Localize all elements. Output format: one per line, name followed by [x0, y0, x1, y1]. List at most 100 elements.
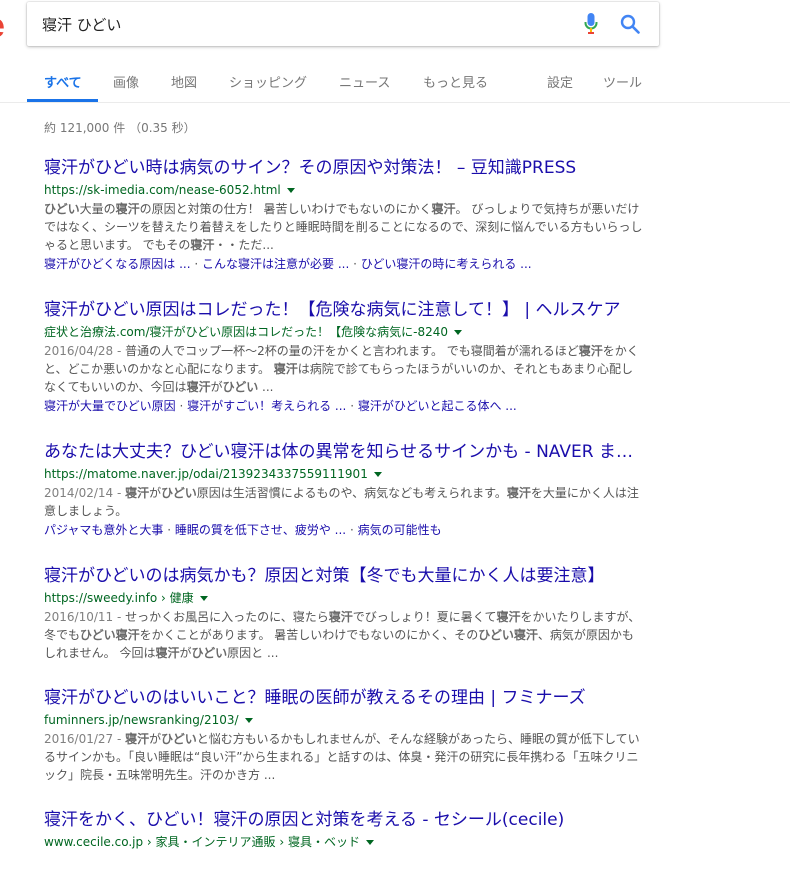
tab-tools[interactable]: ツール	[603, 72, 642, 91]
sitelink-separator: ·	[163, 523, 175, 537]
header-divider	[0, 102, 790, 103]
snippet-text: 普通の人でコップ一杯〜2杯の量の汗をかくと言われます。 でも寝間着が濡れるほど	[125, 344, 579, 358]
search-result: 寝汗をかく、ひどい！寝汗の原因と対策を考える - セシール(cecile) www…	[44, 808, 644, 852]
sitelink[interactable]: こんな寝汗は注意が必要 ...	[202, 257, 349, 271]
result-title-link[interactable]: 寝汗がひどい原因はコレだった！【危険な病気に注意して！】 | ヘルスケア	[44, 298, 644, 322]
snippet-text: をかくことがあります。 暑苦しいわけでもないのにかく、その	[139, 628, 479, 642]
url-dropdown-arrow-icon[interactable]	[199, 596, 208, 601]
result-title-link[interactable]: あなたは大丈夫？ひどい寝汗は体の異常を知らせるサインかも - NAVER まとめ	[44, 440, 644, 464]
result-url: https://sweedy.info › 健康	[44, 588, 644, 608]
result-date: 2016/01/27 -	[44, 732, 126, 746]
url-dropdown-arrow-icon[interactable]	[286, 188, 295, 193]
google-logo-fragment[interactable]: e	[0, 6, 12, 46]
search-result: 寝汗がひどいのはいいこと？睡眠の医師が教えるその理由 | フミナーズ fuminn…	[44, 686, 644, 784]
result-url-text: www.cecile.co.jp › 家具・インテリア通販 › 寝具・ベッド	[44, 835, 360, 849]
search-box	[27, 2, 659, 46]
snippet-highlight: ひどい	[161, 486, 197, 500]
tab-shopping[interactable]: ショッピング	[229, 72, 307, 91]
result-title-link[interactable]: 寝汗がひどいのは病気かも？原因と対策【冬でも大量にかく人は要注意】	[44, 564, 644, 588]
sitelink[interactable]: ひどい寝汗の時に考えられる ...	[361, 257, 532, 271]
sitelink[interactable]: 寝汗がひどいと起こる体へ ...	[358, 399, 517, 413]
result-url-text: https://sweedy.info › 健康	[44, 591, 194, 605]
snippet-highlight: ひどい寝汗	[478, 628, 538, 642]
result-title-link[interactable]: 寝汗がひどい時は病気のサイン？その原因や対策法！ – 豆知識PRESS	[44, 156, 644, 180]
sitelink[interactable]: 病気の可能性も	[358, 523, 442, 537]
search-result: 寝汗がひどい原因はコレだった！【危険な病気に注意して！】 | ヘルスケア症状と治…	[44, 298, 644, 416]
snippet-highlight: 寝汗	[115, 202, 140, 216]
sitelink-separator: ·	[346, 523, 358, 537]
result-date: 2016/04/28 -	[44, 344, 126, 358]
result-snippet: 2016/10/11 - せっかくお風呂に入ったのに、寝たら寝汗でびっしょり！夏…	[44, 608, 644, 662]
snippet-highlight: 寝汗	[125, 732, 150, 746]
sitelink-separator: ·	[175, 399, 188, 413]
sitelink-separator: ·	[349, 257, 361, 271]
snippet-text: の原因と対策の仕方！ 暑苦しいわけでもないのにかく	[139, 202, 432, 216]
search-result: 寝汗がひどい時は病気のサイン？その原因や対策法！ – 豆知識PRESS https…	[44, 156, 644, 274]
snippet-text: が	[179, 646, 192, 660]
tab-maps[interactable]: 地図	[171, 72, 197, 91]
snippet-highlight: 寝汗	[506, 486, 531, 500]
tab-settings[interactable]: 設定	[547, 72, 573, 91]
sitelink[interactable]: 睡眠の質を低下させ、疲労や ...	[175, 523, 346, 537]
result-date: 2016/10/11 -	[44, 610, 126, 624]
microphone-icon[interactable]	[584, 13, 598, 35]
snippet-text: が	[149, 486, 162, 500]
result-url-text: fuminners.jp/newsranking/2103/	[44, 713, 239, 727]
snippet-text: が	[210, 380, 223, 394]
snippet-text: でびっしょり！夏に暑くて	[352, 610, 497, 624]
sitelink[interactable]: パジャマも意外と大事	[44, 523, 163, 537]
result-url: https://matome.naver.jp/odai/21392343375…	[44, 464, 644, 484]
snippet-highlight: 寝汗	[578, 344, 603, 358]
search-icon[interactable]	[620, 14, 640, 34]
result-date: 2014/02/14 -	[44, 486, 126, 500]
snippet-highlight: 寝汗	[431, 202, 456, 216]
result-title-link[interactable]: 寝汗をかく、ひどい！寝汗の原因と対策を考える - セシール(cecile)	[44, 808, 644, 832]
snippet-text: ...	[258, 380, 274, 394]
logo-letter-e: e	[0, 6, 5, 46]
search-input[interactable]	[42, 2, 572, 46]
search-result: あなたは大丈夫？ひどい寝汗は体の異常を知らせるサインかも - NAVER まとめ…	[44, 440, 644, 540]
result-snippet: ひどい大量の寝汗の原因と対策の仕方！ 暑苦しいわけでもないのにかく寝汗。 びっし…	[44, 200, 644, 254]
sitelink[interactable]: 寝汗が大量でひどい原因	[44, 399, 176, 413]
sitelink-separator: ·	[190, 257, 202, 271]
result-sitelinks: 寝汗が大量でひどい原因 · 寝汗がすごい！考えられる ... · 寝汗がひどいと…	[44, 396, 644, 416]
result-url-text: 症状と治療法.com/寝汗がひどい原因はコレだった！【危険な病気に-8240	[44, 325, 448, 339]
tab-images[interactable]: 画像	[113, 72, 139, 91]
search-tabs: すべて 画像 地図 ショッピング ニュース もっと見る 設定 ツール	[27, 60, 667, 104]
result-sitelinks: 寝汗がひどくなる原因は ... · こんな寝汗は注意が必要 ... · ひどい寝…	[44, 254, 644, 274]
result-url-text: https://sk-imedia.com/nease-6052.html	[44, 183, 281, 197]
search-result: 寝汗がひどいのは病気かも？原因と対策【冬でも大量にかく人は要注意】 https:/…	[44, 564, 644, 662]
result-url: fuminners.jp/newsranking/2103/	[44, 710, 644, 730]
snippet-highlight: ひどい	[44, 202, 80, 216]
snippet-text: 原因と ...	[227, 646, 279, 660]
result-snippet: 2016/01/27 - 寝汗がひどいと悩む方もいるかもしれませんが、そんな経験…	[44, 730, 644, 784]
snippet-highlight: ひどい	[222, 380, 259, 394]
tab-more[interactable]: もっと見る	[423, 72, 488, 91]
result-url: 症状と治療法.com/寝汗がひどい原因はコレだった！【危険な病気に-8240	[44, 322, 644, 342]
snippet-text: 原因は生活習慣によるものや、病気なども考えられます。	[196, 486, 507, 500]
snippet-text: ・・ただ...	[214, 238, 274, 252]
snippet-text: 大量の	[79, 202, 116, 216]
snippet-text: が	[149, 732, 162, 746]
snippet-highlight: 寝汗	[190, 238, 215, 252]
result-url: https://sk-imedia.com/nease-6052.html	[44, 180, 644, 200]
result-title-link[interactable]: 寝汗がひどいのはいいこと？睡眠の医師が教えるその理由 | フミナーズ	[44, 686, 644, 710]
results-list: 寝汗がひどい時は病気のサイン？その原因や対策法！ – 豆知識PRESS https…	[44, 156, 644, 876]
url-dropdown-arrow-icon[interactable]	[373, 472, 382, 477]
result-snippet: 2016/04/28 - 普通の人でコップ一杯〜2杯の量の汗をかくと言われます。…	[44, 342, 644, 396]
url-dropdown-arrow-icon[interactable]	[454, 330, 462, 335]
result-url-text: https://matome.naver.jp/odai/21392343375…	[44, 467, 368, 481]
snippet-highlight: 寝汗	[125, 486, 150, 500]
sitelink[interactable]: 寝汗がすごい！考えられる ...	[187, 399, 346, 413]
result-stats: 約 121,000 件 （0.35 秒）	[44, 121, 196, 135]
tab-all[interactable]: すべて	[44, 72, 82, 91]
url-dropdown-arrow-icon[interactable]	[365, 840, 374, 845]
url-dropdown-arrow-icon[interactable]	[244, 718, 253, 723]
sitelink[interactable]: 寝汗がひどくなる原因は ...	[44, 257, 191, 271]
snippet-highlight: ひどい寝汗	[80, 628, 140, 642]
result-url: www.cecile.co.jp › 家具・インテリア通販 › 寝具・ベッド	[44, 832, 644, 852]
snippet-highlight: 寝汗	[496, 610, 521, 624]
tab-news[interactable]: ニュース	[339, 72, 390, 91]
snippet-highlight: 寝汗	[273, 362, 298, 376]
sitelink-separator: ·	[346, 399, 358, 413]
